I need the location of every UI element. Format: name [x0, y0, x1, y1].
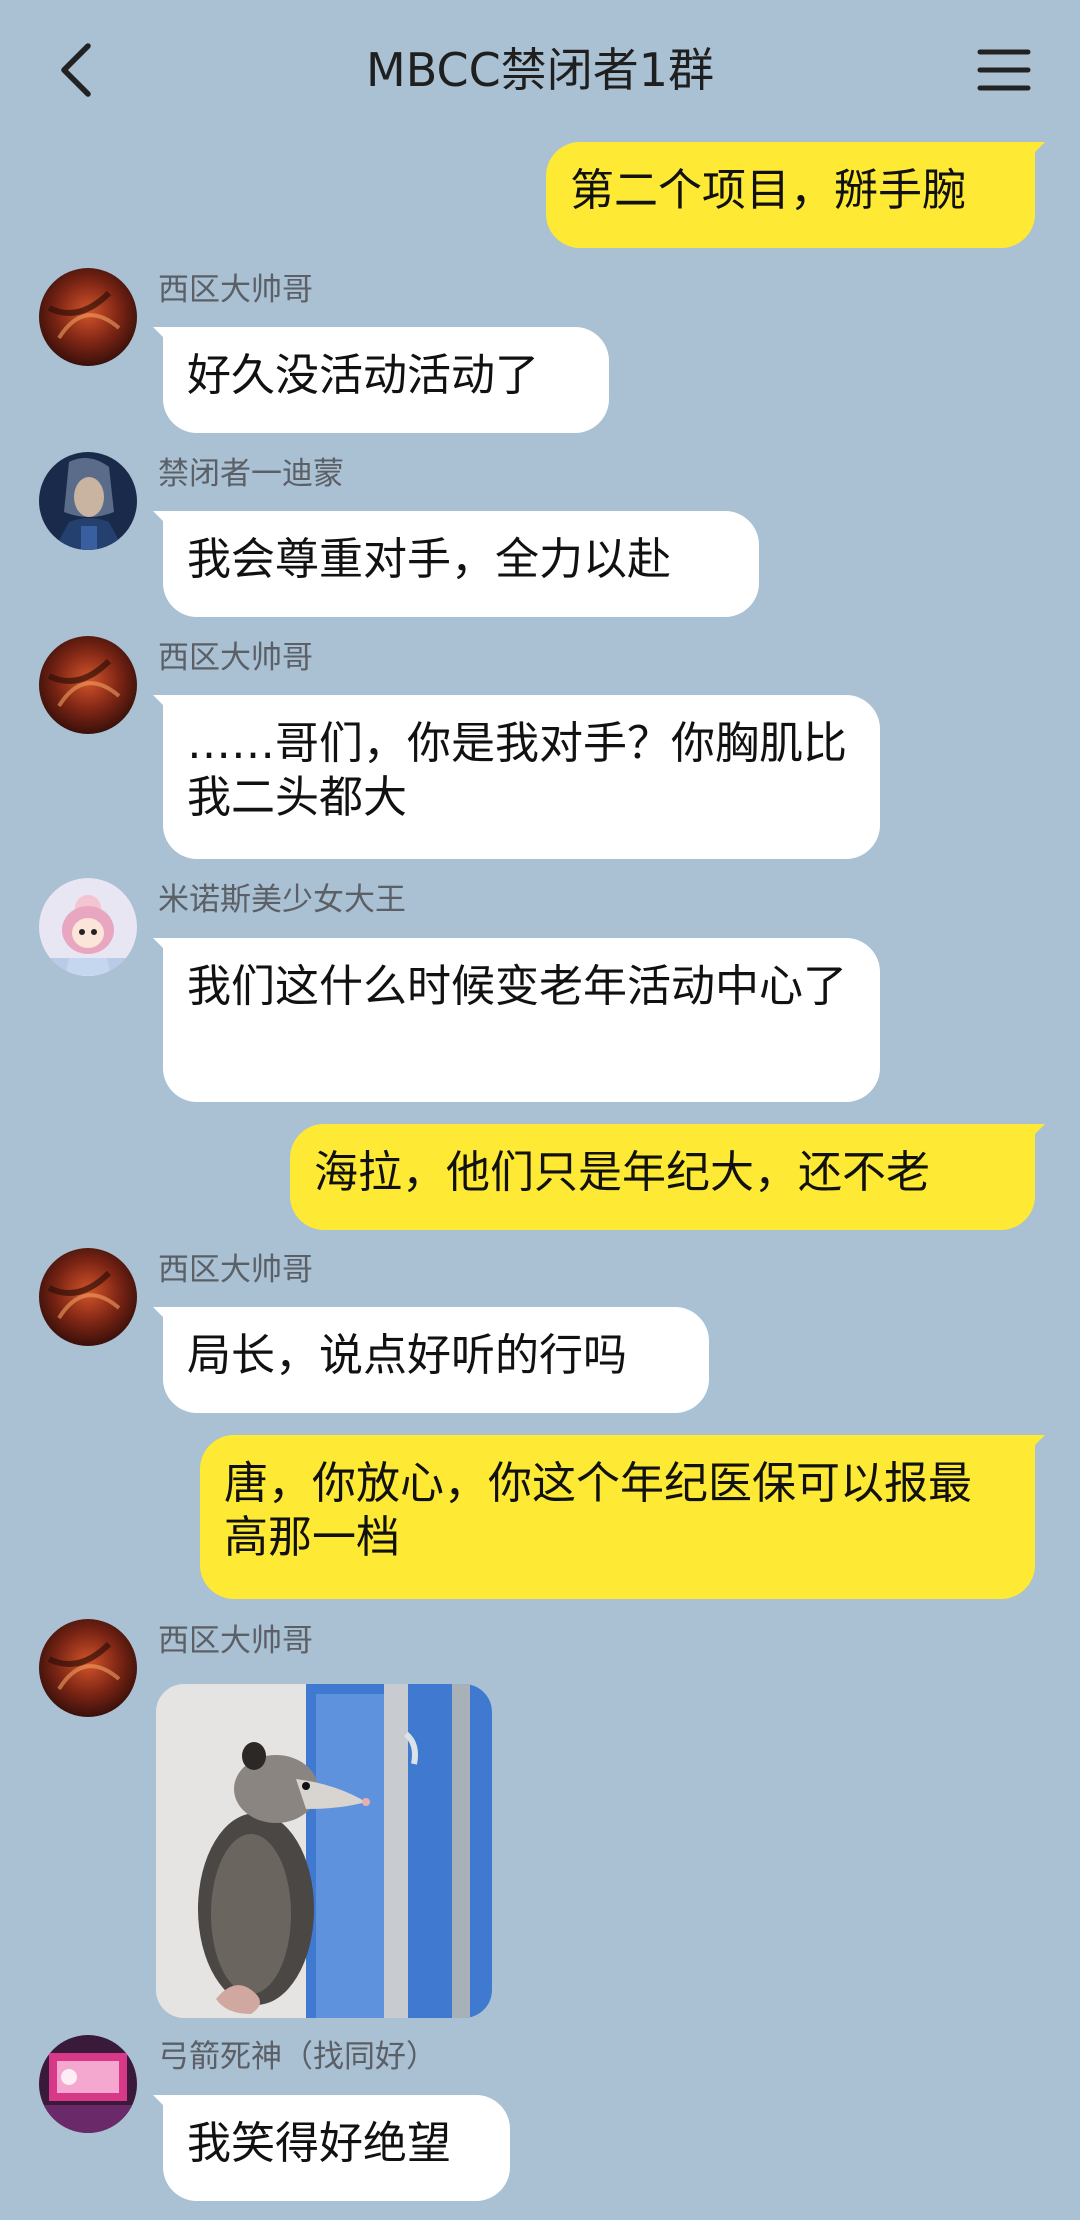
- message-bubble-self[interactable]: 唐，你放心，你这个年纪医保可以报最高那一档: [200, 1435, 1035, 1599]
- avatar-xiqu[interactable]: [39, 1619, 137, 1717]
- message-bubble[interactable]: 局长，说点好听的行吗: [163, 1307, 709, 1413]
- message-bubble[interactable]: 我会尊重对手，全力以赴: [163, 511, 759, 617]
- message-bubble-self[interactable]: 第二个项目，掰手腕: [546, 142, 1035, 248]
- message-bubble[interactable]: 好久没活动活动了: [163, 327, 609, 433]
- avatar-gongjian[interactable]: [39, 2035, 137, 2133]
- sender-name: 西区大帅哥: [158, 1252, 313, 1288]
- opossum-sticker-image[interactable]: [156, 1684, 492, 2018]
- message-bubble[interactable]: 我笑得好绝望: [163, 2095, 510, 2201]
- avatar-xiqu[interactable]: [39, 1248, 137, 1346]
- sender-name: 米诺斯美少女大王: [158, 882, 406, 918]
- message-bubble[interactable]: 我们这什么时候变老年活动中心了: [163, 938, 880, 1102]
- avatar-xiqu[interactable]: [39, 636, 137, 734]
- avatar-dimeng[interactable]: [39, 452, 137, 550]
- message-bubble[interactable]: ……哥们，你是我对手？你胸肌比我二头都大: [163, 695, 880, 859]
- message-bubble-self[interactable]: 海拉，他们只是年纪大，还不老: [290, 1124, 1035, 1230]
- sender-name: 西区大帅哥: [158, 640, 313, 676]
- avatar-xiqu[interactable]: [39, 268, 137, 366]
- chat-title: MBCC禁闭者1群: [366, 43, 714, 97]
- menu-button[interactable]: [968, 30, 1040, 110]
- sender-name: 西区大帅哥: [158, 1623, 313, 1659]
- avatar-minuosi[interactable]: [39, 878, 137, 976]
- sender-name: 弓箭死神（找同好）: [158, 2039, 437, 2075]
- chat-header: MBCC禁闭者1群: [0, 0, 1080, 140]
- sender-name: 西区大帅哥: [158, 272, 313, 308]
- sender-name: 禁闭者一迪蒙: [158, 456, 344, 492]
- hamburger-menu-icon: [977, 49, 1031, 91]
